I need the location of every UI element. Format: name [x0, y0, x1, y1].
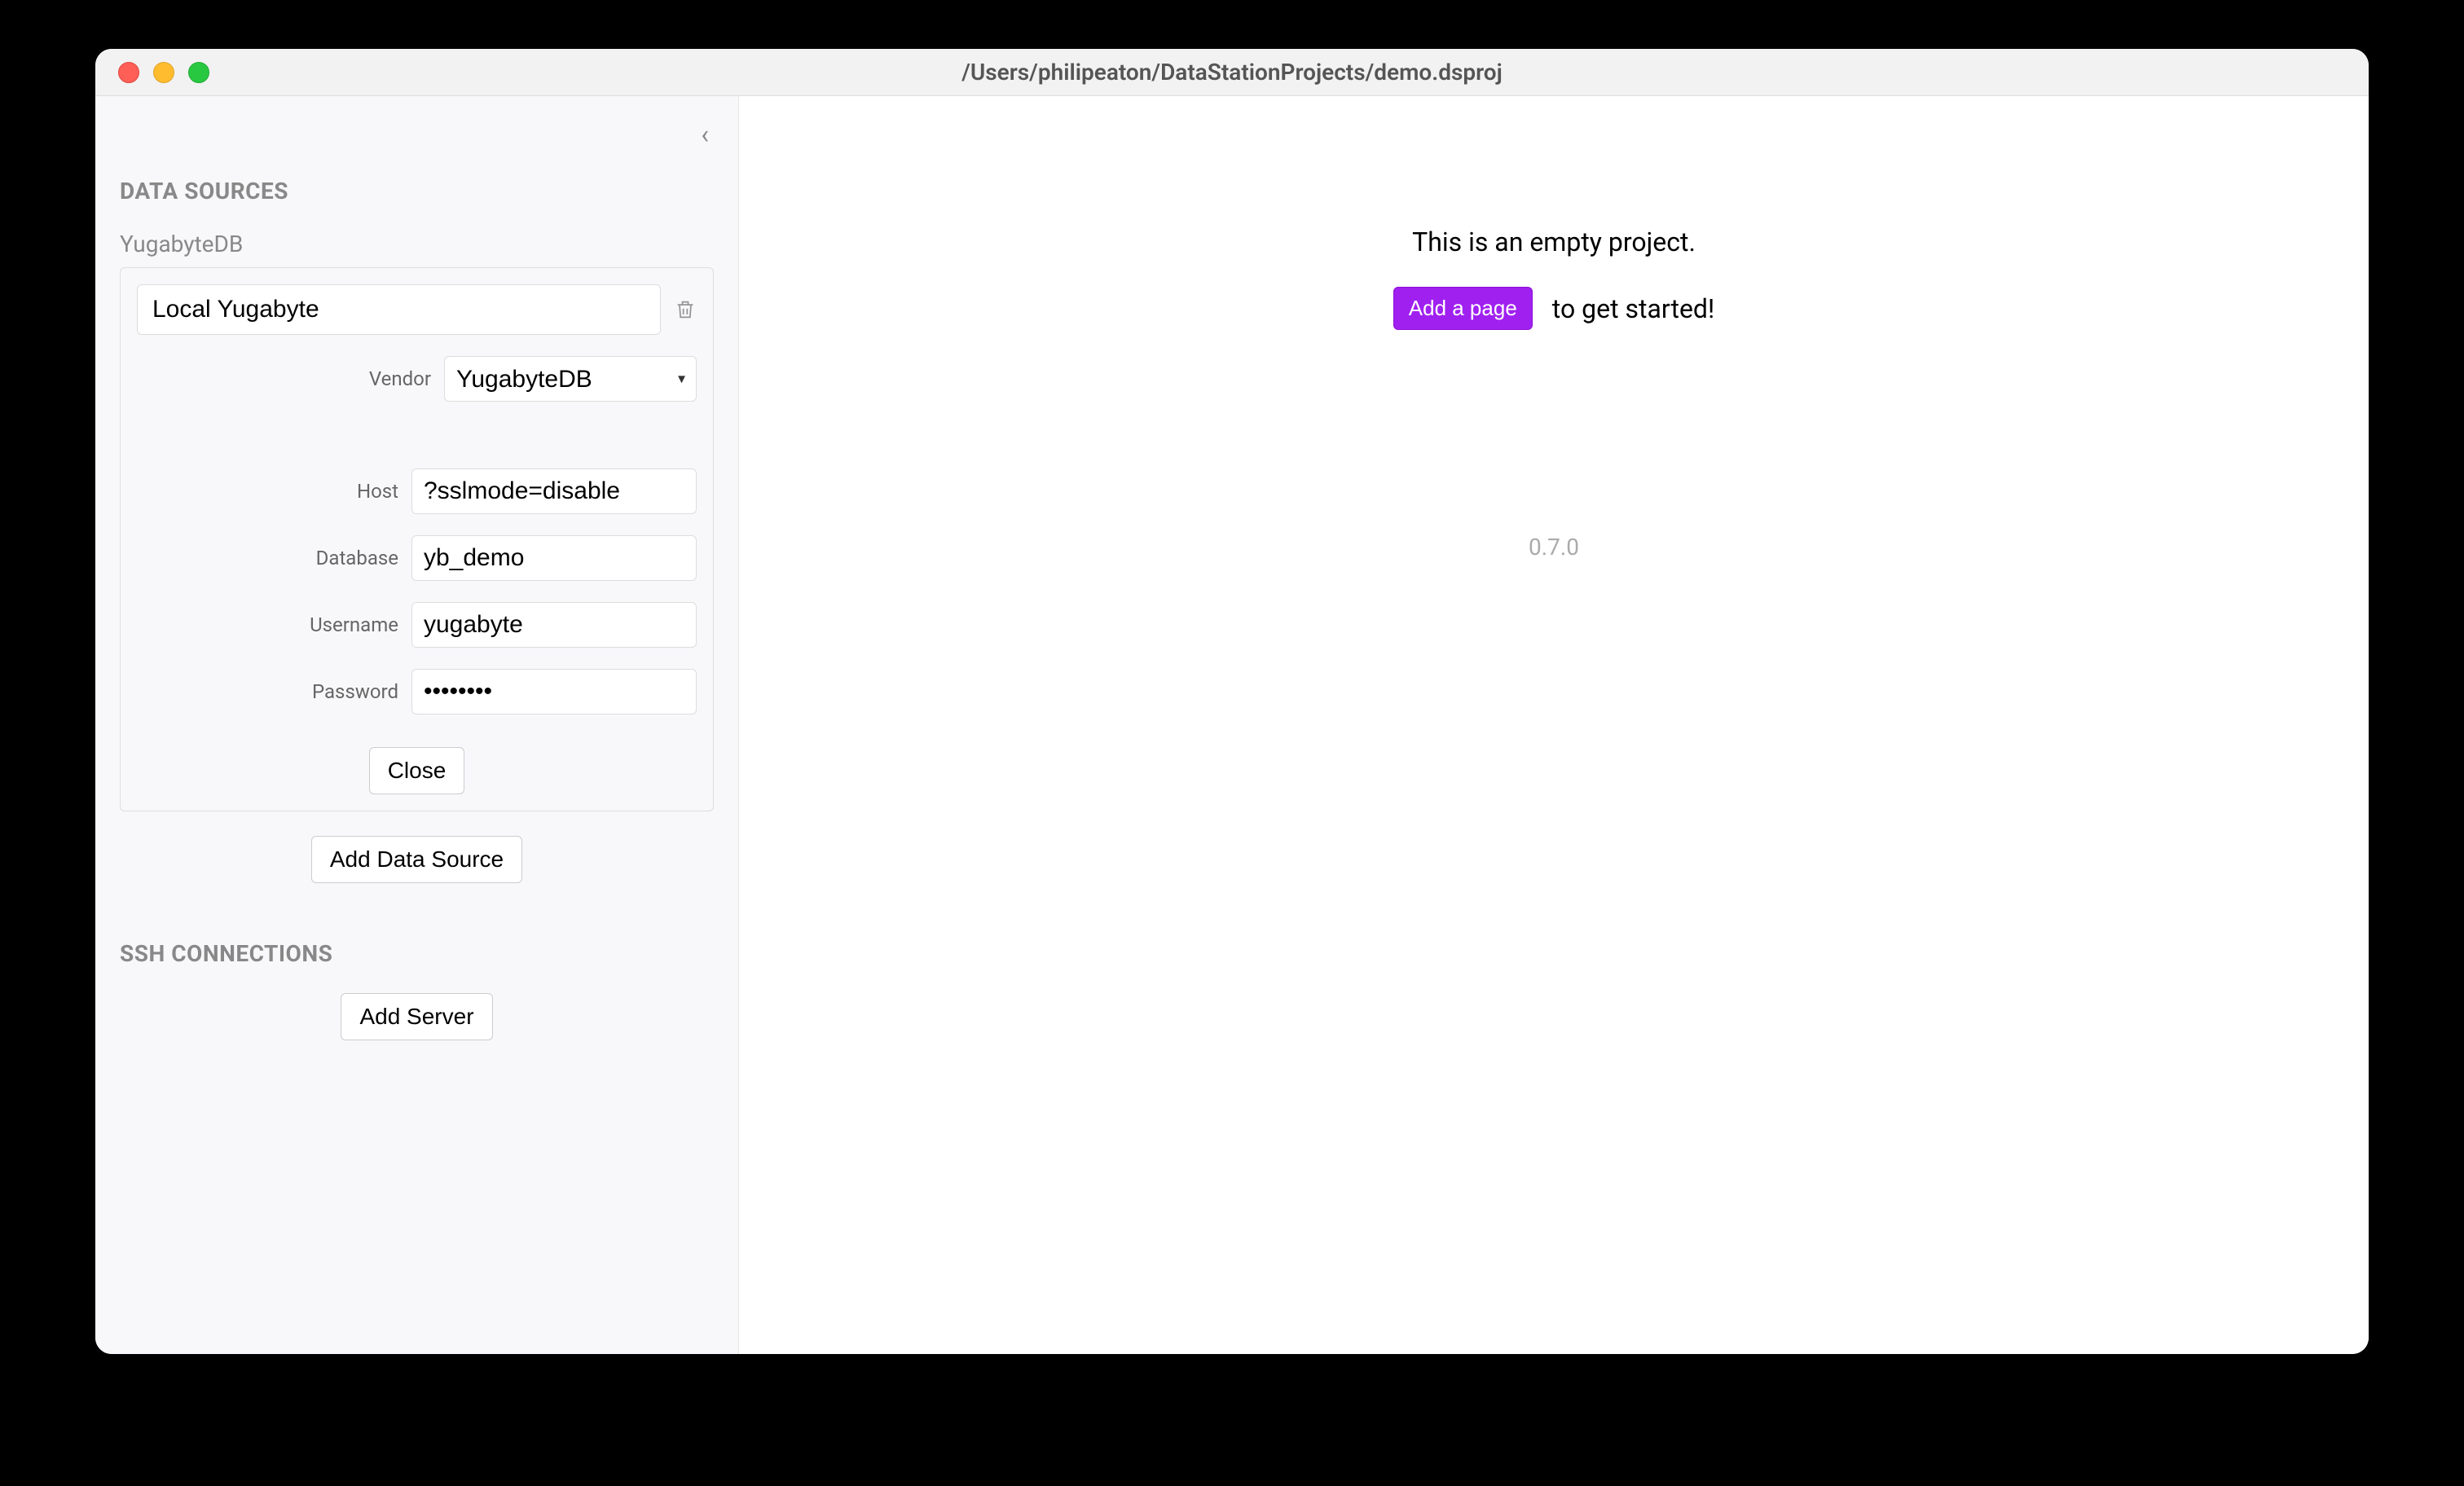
window-title: /Users/philipeaton/DataStationProjects/d…	[961, 59, 1503, 86]
get-started-text: to get started!	[1552, 293, 1714, 324]
sidebar: ‹ DATA SOURCES YugabyteDB Vendor	[95, 96, 739, 1354]
titlebar: /Users/philipeaton/DataStationProjects/d…	[95, 49, 2369, 96]
delete-data-source-button[interactable]	[674, 297, 697, 323]
vendor-row: Vendor YugabyteDB ▾	[137, 356, 697, 402]
window-maximize-button[interactable]	[188, 62, 209, 83]
content-area: ‹ DATA SOURCES YugabyteDB Vendor	[95, 96, 2369, 1354]
data-source-panel: Vendor YugabyteDB ▾ Host Database	[120, 267, 714, 811]
close-button-row: Close	[137, 747, 697, 794]
database-row: Database	[137, 535, 697, 581]
password-row: Password	[137, 669, 697, 714]
vendor-select[interactable]: YugabyteDB	[444, 356, 697, 402]
database-input[interactable]	[411, 535, 697, 581]
username-input[interactable]	[411, 602, 697, 648]
add-server-row: Add Server	[120, 993, 714, 1040]
database-label: Database	[316, 547, 398, 569]
empty-project-message: This is an empty project.	[1412, 226, 1696, 257]
username-label: Username	[310, 613, 398, 636]
close-button[interactable]: Close	[369, 747, 465, 794]
data-source-type-label: YugabyteDB	[120, 231, 714, 257]
password-input[interactable]	[411, 669, 697, 714]
add-server-button[interactable]: Add Server	[341, 993, 492, 1040]
add-page-button[interactable]: Add a page	[1393, 287, 1533, 330]
window-close-button[interactable]	[118, 62, 139, 83]
traffic-lights	[95, 62, 209, 83]
window-minimize-button[interactable]	[153, 62, 174, 83]
add-page-row: Add a page to get started!	[1393, 287, 1714, 330]
data-source-name-row	[137, 284, 697, 335]
data-sources-header: DATA SOURCES	[120, 178, 714, 204]
version-label: 0.7.0	[1529, 534, 1579, 561]
main-pane: This is an empty project. Add a page to …	[739, 96, 2369, 1354]
host-row: Host	[137, 468, 697, 514]
add-data-source-row: Add Data Source	[120, 836, 714, 883]
add-data-source-button[interactable]: Add Data Source	[311, 836, 522, 883]
sidebar-collapse-button[interactable]: ‹	[701, 119, 709, 150]
ssh-connections-header: SSH CONNECTIONS	[120, 940, 714, 967]
data-source-name-input[interactable]	[137, 284, 661, 335]
chevron-left-icon: ‹	[701, 119, 709, 150]
app-window: /Users/philipeaton/DataStationProjects/d…	[95, 49, 2369, 1354]
username-row: Username	[137, 602, 697, 648]
vendor-label: Vendor	[369, 367, 431, 390]
host-input[interactable]	[411, 468, 697, 514]
host-label: Host	[357, 480, 398, 503]
trash-icon	[674, 297, 697, 323]
password-label: Password	[312, 680, 398, 703]
vendor-select-wrap: YugabyteDB ▾	[444, 356, 697, 402]
